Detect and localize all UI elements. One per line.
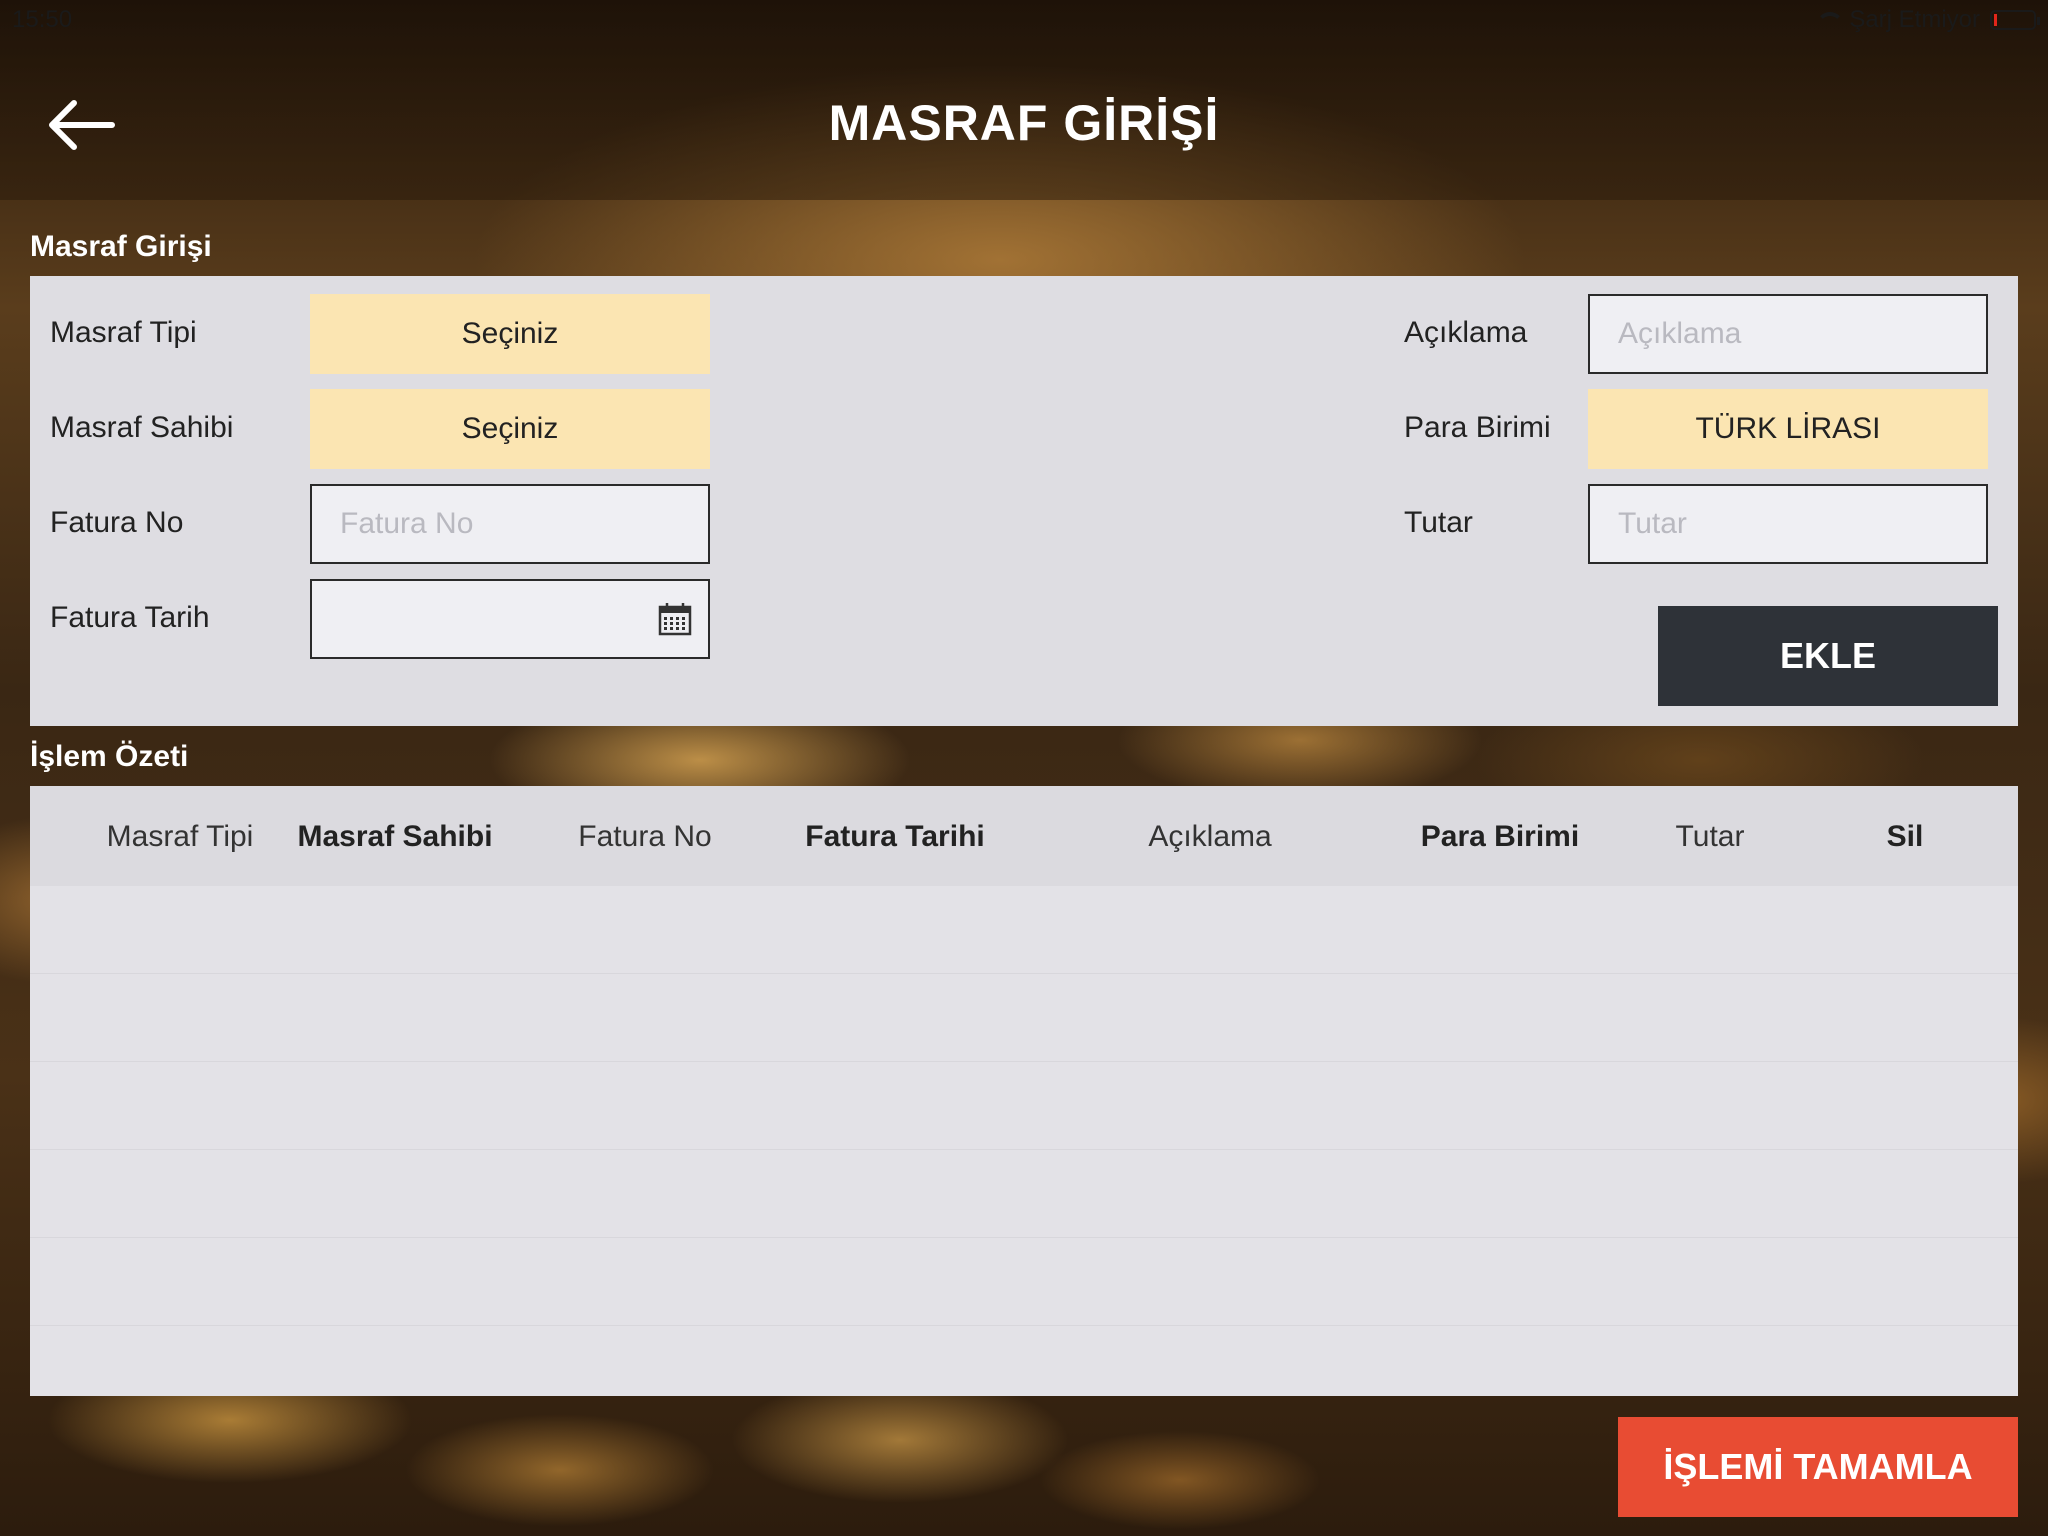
fatura-no-label: Fatura No xyxy=(50,506,184,539)
column-header-masraf-sahibi: Masraf Sahibi xyxy=(297,820,493,853)
masraf-tipi-label: Masraf Tipi xyxy=(50,316,197,349)
empty-table-row xyxy=(30,974,2018,1062)
summary-section-title: İşlem Özeti xyxy=(30,740,189,773)
para-birimi-label: Para Birimi xyxy=(1404,411,1551,444)
masraf-sahibi-select[interactable]: Seçiniz xyxy=(310,389,710,469)
fatura-tarih-input[interactable] xyxy=(310,579,710,659)
table-header: Masraf Tipi Masraf Sahibi Fatura No Fatu… xyxy=(30,786,2018,886)
wifi-icon xyxy=(1813,10,1845,30)
empty-table-row xyxy=(30,1062,2018,1150)
column-header-sil: Sil xyxy=(1886,820,1924,853)
form-section-title: Masraf Girişi xyxy=(30,230,212,263)
expense-form-panel: Masraf Tipi Seçiniz Masraf Sahibi Seçini… xyxy=(30,276,2018,726)
masraf-tipi-select[interactable]: Seçiniz xyxy=(310,294,710,374)
add-button[interactable]: EKLE xyxy=(1658,606,1998,706)
empty-table-row xyxy=(30,886,2018,974)
column-header-tutar: Tutar xyxy=(1675,820,1745,853)
para-birimi-value: TÜRK LİRASI xyxy=(1695,412,1881,445)
column-header-fatura-no: Fatura No xyxy=(578,820,712,853)
aciklama-input[interactable] xyxy=(1588,294,1988,374)
status-right: Şarj Etmiyor xyxy=(1813,6,2040,34)
charging-status: Şarj Etmiyor xyxy=(1849,6,1980,33)
status-time: 15:50 xyxy=(12,6,73,33)
aciklama-label: Açıklama xyxy=(1404,316,1528,349)
complete-transaction-button[interactable]: İŞLEMİ TAMAMLA xyxy=(1618,1417,2018,1517)
empty-table-row xyxy=(30,1150,2018,1238)
summary-table: Masraf Tipi Masraf Sahibi Fatura No Fatu… xyxy=(30,786,2018,1396)
fatura-no-input[interactable] xyxy=(310,484,710,564)
column-header-masraf-tipi: Masraf Tipi xyxy=(106,820,254,853)
masraf-sahibi-value: Seçiniz xyxy=(461,412,559,445)
masraf-sahibi-label: Masraf Sahibi xyxy=(50,411,234,444)
masraf-tipi-value: Seçiniz xyxy=(461,317,559,350)
page-title: MASRAF GİRİŞİ xyxy=(828,95,1220,151)
tutar-label: Tutar xyxy=(1404,506,1473,539)
empty-table-row xyxy=(30,1238,2018,1326)
battery-icon xyxy=(1990,10,2040,30)
fatura-tarih-label: Fatura Tarih xyxy=(50,601,210,634)
para-birimi-select[interactable]: TÜRK LİRASI xyxy=(1588,389,1988,469)
status-bar: 15:50 Şarj Etmiyor xyxy=(0,0,2048,40)
column-header-para-birimi: Para Birimi xyxy=(1420,820,1580,853)
column-header-aciklama: Açıklama xyxy=(1148,820,1272,853)
calendar-icon[interactable] xyxy=(658,602,692,636)
column-header-fatura-tarihi: Fatura Tarihi xyxy=(805,820,985,853)
tutar-input[interactable] xyxy=(1588,484,1988,564)
